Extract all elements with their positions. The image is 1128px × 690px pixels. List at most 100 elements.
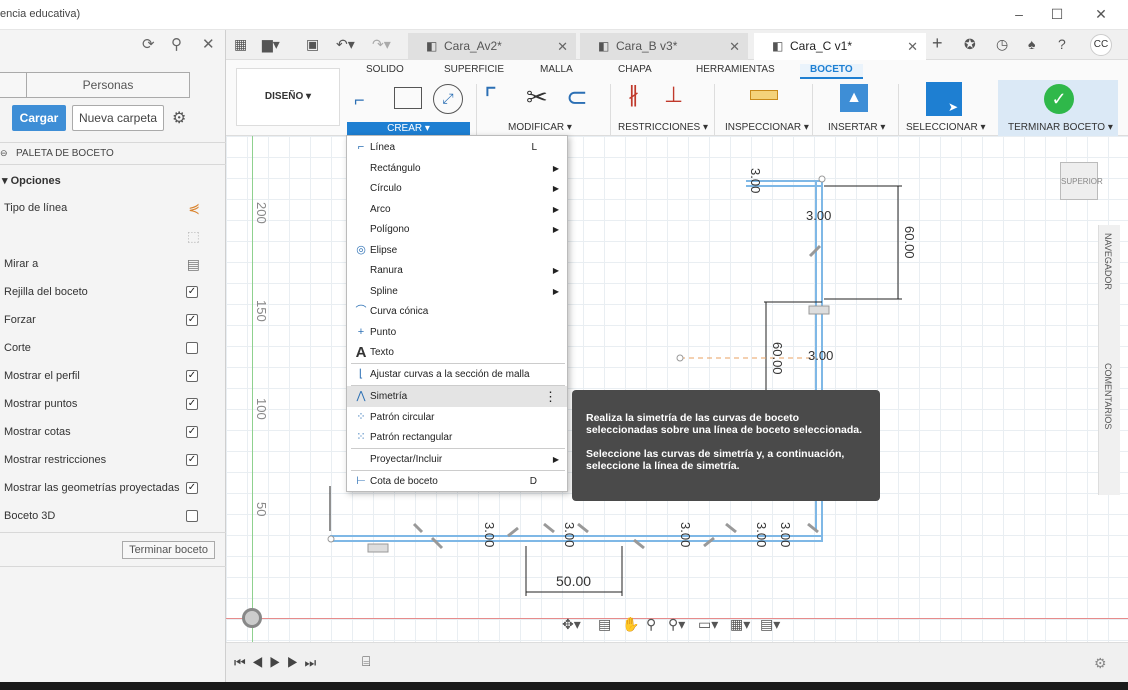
option-checkbox[interactable]: ✓ [186,286,198,298]
tab-tools[interactable]: HERRAMIENTAS [696,64,775,75]
help-icon[interactable]: ? [1058,36,1066,52]
collapse-icon[interactable]: ⊖ [0,148,8,159]
rectangle-tool-icon[interactable] [394,87,422,109]
close-window-button[interactable]: ✕ [1090,4,1112,26]
tab-surface[interactable]: SUPERFICIE [444,64,504,75]
dimension-label[interactable]: 3.00 [808,348,833,363]
insert-image-icon[interactable]: ▲ [840,84,868,112]
dimension-label[interactable]: 3.00 [806,208,831,223]
orbit-icon[interactable]: ✥▾ [562,616,581,633]
finish-sketch-menu[interactable]: TERMINAR BOCETO ▾ [1008,122,1113,133]
view-cube[interactable]: SUPERIOR [1060,162,1103,200]
option-row[interactable]: Mostrar puntos ✓ [4,390,214,418]
fit-icon[interactable]: ⚲▾ [668,616,685,633]
comments-tab[interactable]: COMENTARIOS [1103,363,1113,429]
close-tab-icon[interactable]: ✕ [729,33,740,60]
menu-item[interactable]: Rectángulo ▶ [347,158,567,179]
option-row[interactable]: ⬚ [4,222,214,250]
finish-sketch-button[interactable]: Terminar boceto [122,541,215,559]
workspace-switcher[interactable]: DISEÑO ▾ [236,68,340,126]
option-checkbox[interactable]: ✓ [186,398,198,410]
dimension-label[interactable]: 60.00 [770,342,785,375]
file-icon[interactable]: ▆▾ [262,36,280,53]
option-checkbox[interactable]: ✓ [186,482,198,494]
perpendicular-constraint-icon[interactable]: ⊥ [664,82,683,108]
line-tool-icon[interactable]: ⌐ [354,90,365,111]
construction-icon[interactable]: ⬚ [187,222,200,250]
look-at-icon[interactable]: ▤ [598,616,611,633]
option-row[interactable]: Rejilla del boceto ✓ [4,278,214,306]
dimension-label[interactable]: 3.00 [748,168,763,193]
dimension-label[interactable]: 50.00 [556,573,591,589]
fillet-tool-icon[interactable]: ⌜ [484,82,497,115]
undo-icon[interactable]: ↶▾ [336,36,355,53]
tab-project[interactable] [0,72,27,98]
menu-item[interactable]: ⌒ Curva cónica [347,301,567,322]
option-checkbox[interactable] [186,342,198,354]
inspect-menu[interactable]: INSPECCIONAR ▾ [725,122,809,133]
option-row[interactable]: Forzar ✓ [4,306,214,334]
menu-item[interactable]: Arco ▶ [347,199,567,220]
doc-tab[interactable]: ◧ Cara_B v3* ✕ [580,33,748,60]
maximize-button[interactable]: ☐ [1046,4,1068,26]
option-row[interactable]: Boceto 3D [4,502,214,530]
menu-item[interactable]: Spline ▶ [347,281,567,302]
grid-icon[interactable]: ▦▾ [730,616,750,633]
close-tab-icon[interactable]: ✕ [907,33,918,60]
menu-item[interactable]: Polígono ▶ [347,219,567,240]
options-title[interactable]: ▾ Opciones [2,174,61,187]
option-checkbox[interactable]: ✓ [186,426,198,438]
option-checkbox[interactable] [186,510,198,522]
display-icon[interactable]: ▭▾ [698,616,718,633]
circle-tool-icon[interactable]: ⤢ [433,84,463,114]
line-type-icon[interactable]: ⋞ [188,194,200,222]
avatar[interactable]: CC [1090,34,1112,56]
minimize-button[interactable]: – [1008,4,1030,26]
option-checkbox[interactable]: ✓ [186,314,198,326]
option-checkbox[interactable]: ✓ [186,454,198,466]
pan-icon[interactable]: ✋ [622,616,639,633]
menu-item[interactable]: ⌊ Ajustar curvas a la sección de malla [347,364,567,385]
tab-people[interactable]: Personas [26,72,190,98]
option-row[interactable]: Mirar a ▤ [4,250,214,278]
create-menu[interactable]: CREAR ▾ [347,122,470,136]
coincident-constraint-icon[interactable]: ∦ [628,82,639,108]
menu-item[interactable]: Proyectar/Incluir ▶ [347,449,567,470]
save-icon[interactable]: ▣ [306,36,319,53]
option-checkbox[interactable]: ✓ [186,370,198,382]
gear-icon[interactable]: ⚙ [172,108,186,128]
option-row[interactable]: Corte [4,334,214,362]
dimension-label[interactable]: 3.00 [482,522,497,547]
new-folder-button[interactable]: Nueva carpeta [72,105,164,131]
doc-tab[interactable]: ◧ Cara_Av2* ✕ [408,33,576,60]
option-row[interactable]: Mostrar el perfil ✓ [4,362,214,390]
tab-sketch[interactable]: BOCETO [800,64,863,79]
dimension-label[interactable]: 3.00 [678,522,693,547]
option-row[interactable]: Mostrar las geometrías proyectadas ✓ [4,474,214,502]
menu-item[interactable]: + Punto [347,322,567,343]
doc-tab[interactable]: ◧ Cara_C v1* ✕ [754,33,926,60]
checkmark-icon[interactable]: ✓ [1044,84,1074,114]
dimension-label[interactable]: 3.00 [778,522,793,547]
dimension-label[interactable]: 3.00 [562,522,577,547]
dimension-label[interactable]: 60.00 [902,226,917,259]
dimension-label[interactable]: 3.00 [754,522,769,547]
menu-item[interactable]: A Texto [347,342,567,363]
offset-tool-icon[interactable]: ⊂ [566,82,588,113]
menu-item[interactable]: ⋀ Simetría ⋮ [347,386,567,407]
option-row[interactable]: Mostrar restricciones ✓ [4,446,214,474]
refresh-icon[interactable]: ⟳ [142,35,155,53]
redo-icon[interactable]: ↷▾ [372,36,391,53]
timeline-controls[interactable]: ⏮◀▶▶⏭ [234,655,322,671]
settings-gear-icon[interactable]: ⚙ [1094,655,1107,672]
close-tab-icon[interactable]: ✕ [557,33,568,60]
menu-item[interactable]: ⌐ Línea L [347,137,567,158]
menu-item[interactable]: Ranura ▶ [347,260,567,281]
option-row[interactable]: Mostrar cotas ✓ [4,418,214,446]
constraints-menu[interactable]: RESTRICCIONES ▾ [618,122,708,133]
tab-mesh[interactable]: MALLA [540,64,573,75]
upload-button[interactable]: Cargar [12,105,66,131]
select-menu[interactable]: SELECCIONAR ▾ [906,122,985,133]
menu-item[interactable]: ⁘ Patrón circular [347,407,567,428]
modify-menu[interactable]: MODIFICAR ▾ [508,122,572,133]
